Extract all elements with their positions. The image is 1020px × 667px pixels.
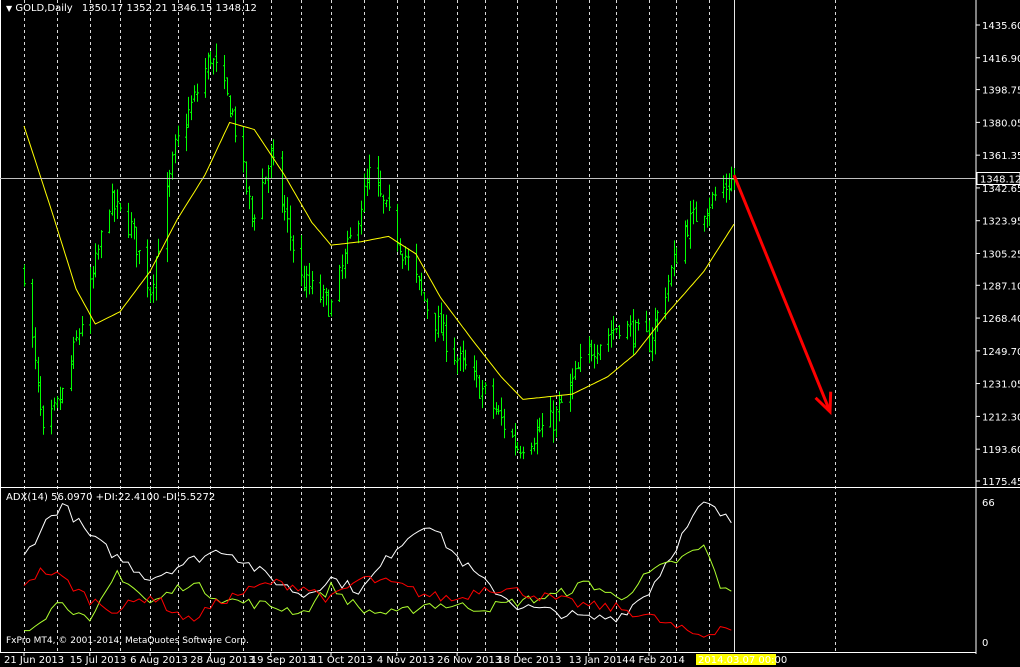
date-tick-label: 4 Feb 2014 xyxy=(629,655,685,666)
price-tick-label: 1249.70 xyxy=(982,347,1020,358)
price-tick-label: 1416.90 xyxy=(982,54,1020,65)
adx-indicator-lines xyxy=(23,501,732,638)
indicator-header: ADX(14) 56.0970 +DI:22.4100 -DI:5.5272 xyxy=(6,492,215,503)
price-tick-label: 1231.05 xyxy=(982,380,1020,391)
price-tick-label: 1361.35 xyxy=(982,151,1020,162)
adx-series-line xyxy=(23,501,732,623)
main-chart-header[interactable]: ▼ GOLD,Daily 1350.17 1352.21 1346.15 134… xyxy=(6,3,257,14)
date-tick-label: 15 Jul 2013 xyxy=(70,655,127,666)
price-tick-label: 1212.30 xyxy=(982,412,1020,423)
adx-series-line xyxy=(24,544,732,632)
copyright-text: FxPro MT4, © 2001-2014, MetaQuotes Softw… xyxy=(6,636,249,646)
date-tick-label: 21 Jun 2013 xyxy=(4,655,64,666)
price-tick-label: 1435.60 xyxy=(982,21,1020,32)
price-tick-label: 1398.75 xyxy=(982,86,1020,97)
date-tick-label: 26 Nov 2013 xyxy=(437,655,501,666)
dropdown-triangle-icon[interactable]: ▼ xyxy=(6,4,12,13)
date-tick-label: 6 Aug 2013 xyxy=(130,655,188,666)
symbol-label: GOLD,Daily xyxy=(15,3,73,14)
date-tick-label: 13 Jan 2014 xyxy=(569,655,629,666)
date-tick-label: 18 Dec 2013 xyxy=(497,655,561,666)
price-tick-label: 1193.60 xyxy=(982,445,1020,456)
price-tick-label: 1287.10 xyxy=(982,281,1020,292)
current-price-marker: 1348.12 xyxy=(0,172,1020,186)
ohlc-values: 1350.17 1352.21 1346.15 1348.12 xyxy=(81,3,257,14)
forecast-arrow-shaft xyxy=(732,174,832,413)
price-tick-label: 1342.65 xyxy=(982,184,1020,195)
date-tick-label: 19 Sep 2013 xyxy=(251,655,314,666)
date-tick-label: 4 Nov 2013 xyxy=(377,655,435,666)
date-axis: 21 Jun 2013 15 Jul 2013 6 Aug 2013 28 Aug 2… xyxy=(4,652,787,666)
adx-tick-label: 0 xyxy=(982,638,988,649)
price-tick-label: 1380.05 xyxy=(982,118,1020,129)
panel-borders xyxy=(0,0,1020,654)
vertical-grid xyxy=(24,0,836,652)
current-date-label: 2014.03.07 00:00 xyxy=(698,655,787,666)
adx-label: ADX(14) 56.0970 +DI:22.4100 -DI:5.5272 xyxy=(6,492,216,503)
adx-tick-label: 66 xyxy=(982,498,995,509)
forecast-arrow xyxy=(732,174,833,416)
trading-chart[interactable]: 1348.12 1435.60 1416.90 1398.75 1380.05 1361… xyxy=(0,0,1020,667)
price-tick-label: 1268.40 xyxy=(982,314,1020,325)
price-tick-label: 1305.25 xyxy=(982,249,1020,260)
date-tick-label: 28 Aug 2013 xyxy=(190,655,254,666)
candlestick-series xyxy=(23,43,736,460)
adx-series-line xyxy=(23,567,732,638)
price-tick-label: 1323.95 xyxy=(982,217,1020,228)
price-tick-label: 1175.45 xyxy=(982,477,1020,488)
price-axis: 1435.60 1416.90 1398.75 1380.05 1361.35 1342.… xyxy=(976,21,1020,649)
date-tick-label: 11 Oct 2013 xyxy=(311,655,373,666)
